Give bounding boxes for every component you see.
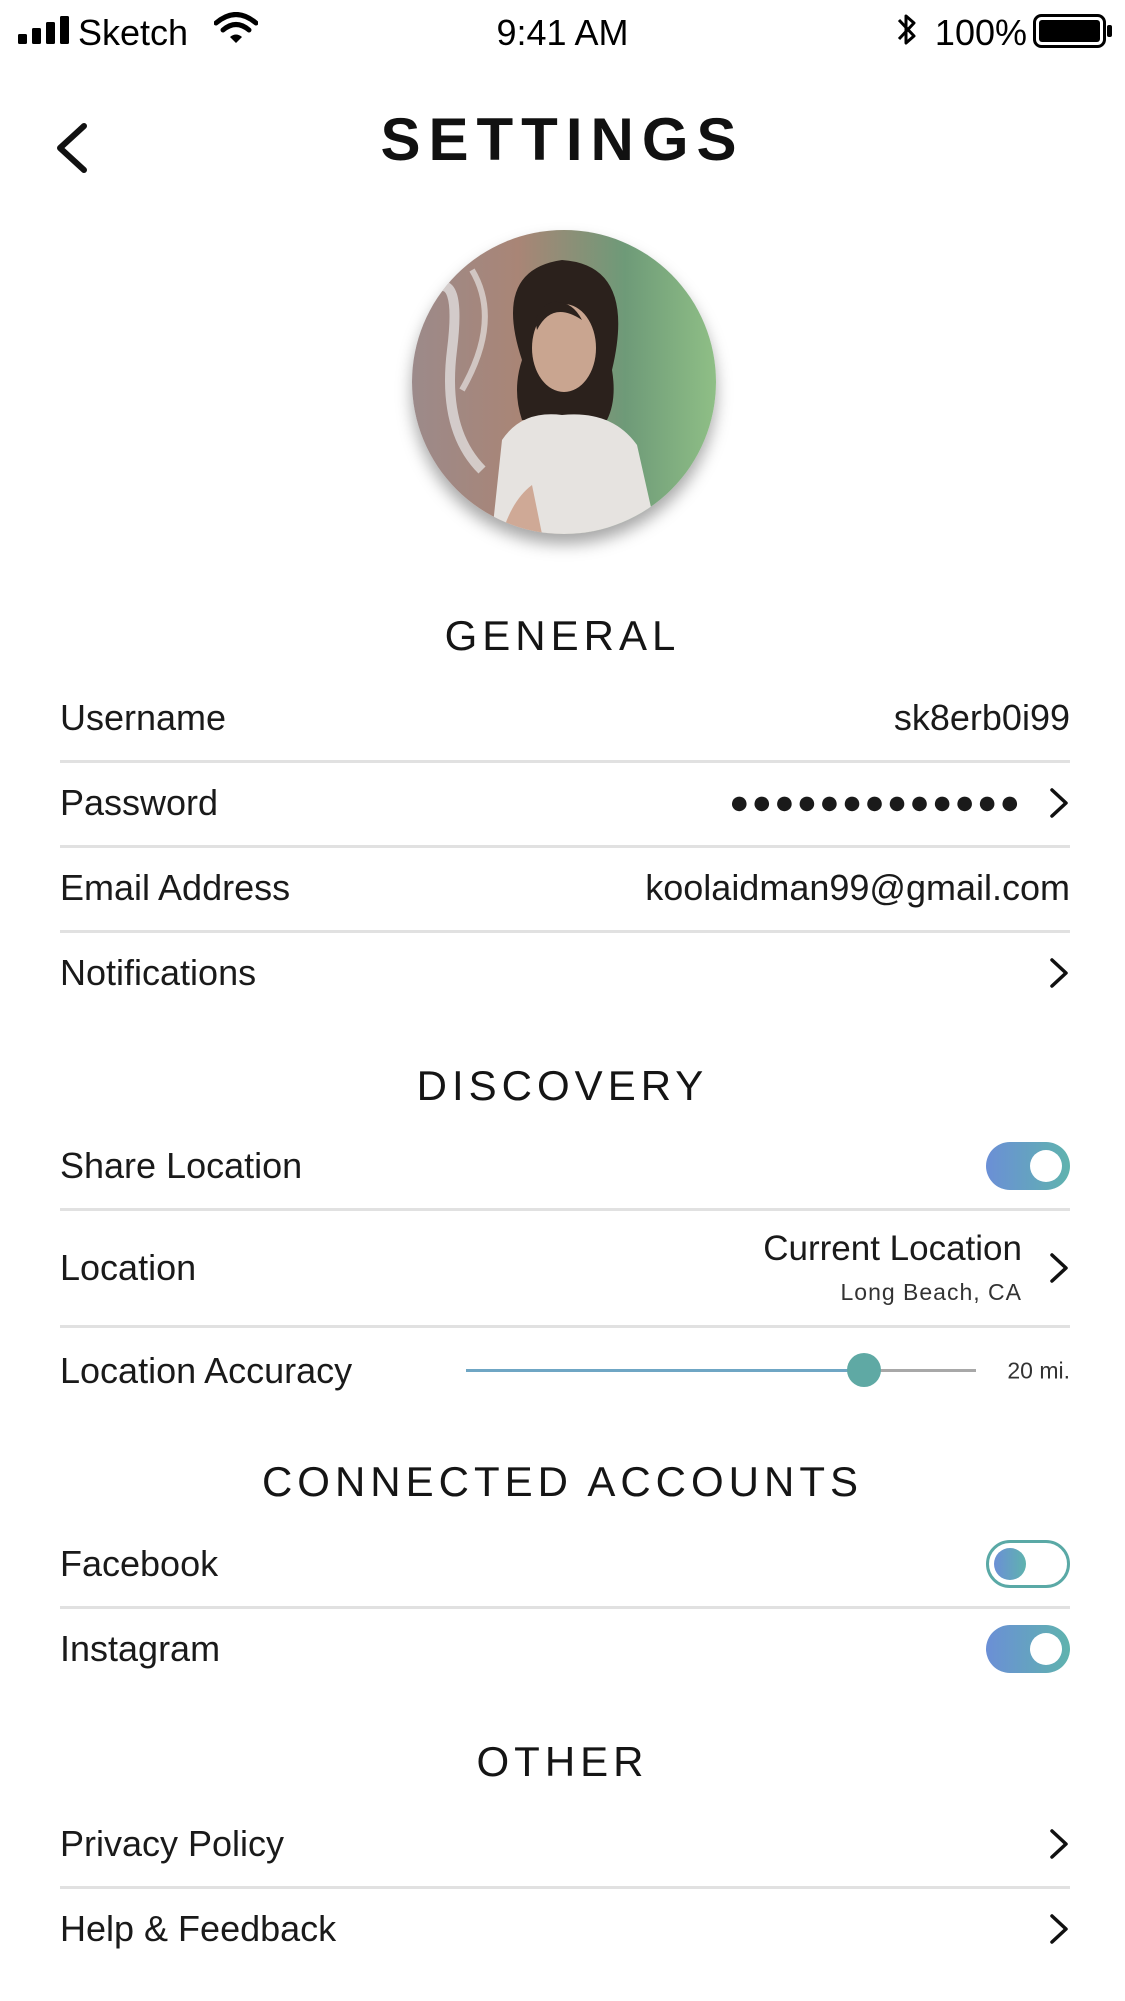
username-row[interactable]: Username sk8erb0i99 [60, 676, 1070, 763]
location-value: Current Location [763, 1229, 1022, 1268]
chevron-right-icon [1050, 958, 1068, 988]
email-value: koolaidman99@gmail.com [645, 867, 1070, 908]
username-value: sk8erb0i99 [893, 697, 1070, 738]
battery-icon [1033, 14, 1112, 48]
status-bar: Sketch 9:41 AM 100% [0, 0, 1125, 68]
bluetooth-icon [897, 14, 916, 45]
chevron-right-icon [1050, 788, 1068, 818]
slider-thumb[interactable] [846, 1353, 881, 1387]
avatar[interactable] [412, 230, 716, 534]
help-feedback-label: Help & Feedback [60, 1908, 337, 1949]
facebook-label: Facebook [60, 1543, 219, 1584]
section-title-general: GENERAL [444, 612, 681, 659]
location-row[interactable]: Location Current Location Long Beach, CA [60, 1211, 1070, 1328]
battery-percent: 100% [934, 12, 1027, 53]
chevron-right-icon [1050, 1829, 1068, 1859]
share-location-label: Share Location [60, 1145, 303, 1186]
section-title-discovery: DISCOVERY [416, 1062, 709, 1109]
toggle-knob [1030, 1150, 1062, 1182]
facebook-toggle[interactable] [986, 1540, 1070, 1588]
privacy-policy-row[interactable]: Privacy Policy [60, 1802, 1070, 1889]
help-feedback-row[interactable]: Help & Feedback [60, 1887, 1070, 1971]
share-location-row: Share Location [60, 1124, 1070, 1211]
location-label: Location [60, 1247, 197, 1288]
page-title: SETTINGS [380, 106, 745, 173]
location-accuracy-slider[interactable] [466, 1353, 976, 1387]
instagram-row: Instagram [60, 1607, 1070, 1691]
share-location-toggle[interactable] [986, 1142, 1070, 1190]
toggle-knob [1030, 1633, 1062, 1665]
notifications-label: Notifications [60, 952, 257, 993]
privacy-policy-label: Privacy Policy [60, 1823, 285, 1864]
section-title-other: OTHER [476, 1738, 649, 1785]
toggle-knob [994, 1548, 1026, 1580]
chevron-right-icon [1050, 1253, 1068, 1283]
section-title-connected-accounts: CONNECTED ACCOUNTS [261, 1458, 864, 1505]
email-label: Email Address [60, 867, 291, 908]
location-accuracy-row: Location Accuracy 20 mi. [60, 1328, 1070, 1414]
facebook-row: Facebook [60, 1522, 1070, 1609]
avatar-photo [412, 230, 716, 534]
password-row[interactable]: Password ●●●●●●●●●●●●● [60, 761, 1070, 848]
chevron-right-icon [1050, 1914, 1068, 1944]
username-label: Username [60, 697, 227, 738]
password-value: ●●●●●●●●●●●●● [729, 783, 1022, 822]
instagram-toggle[interactable] [986, 1625, 1070, 1673]
location-accuracy-value: 20 mi. [1007, 1357, 1070, 1384]
notifications-row[interactable]: Notifications [60, 931, 1070, 1015]
location-accuracy-label: Location Accuracy [60, 1350, 353, 1391]
email-row[interactable]: Email Address koolaidman99@gmail.com [60, 846, 1070, 933]
slider-fill [466, 1369, 864, 1372]
instagram-label: Instagram [60, 1628, 221, 1669]
password-label: Password [60, 782, 219, 823]
location-subtitle: Long Beach, CA [840, 1279, 1022, 1305]
